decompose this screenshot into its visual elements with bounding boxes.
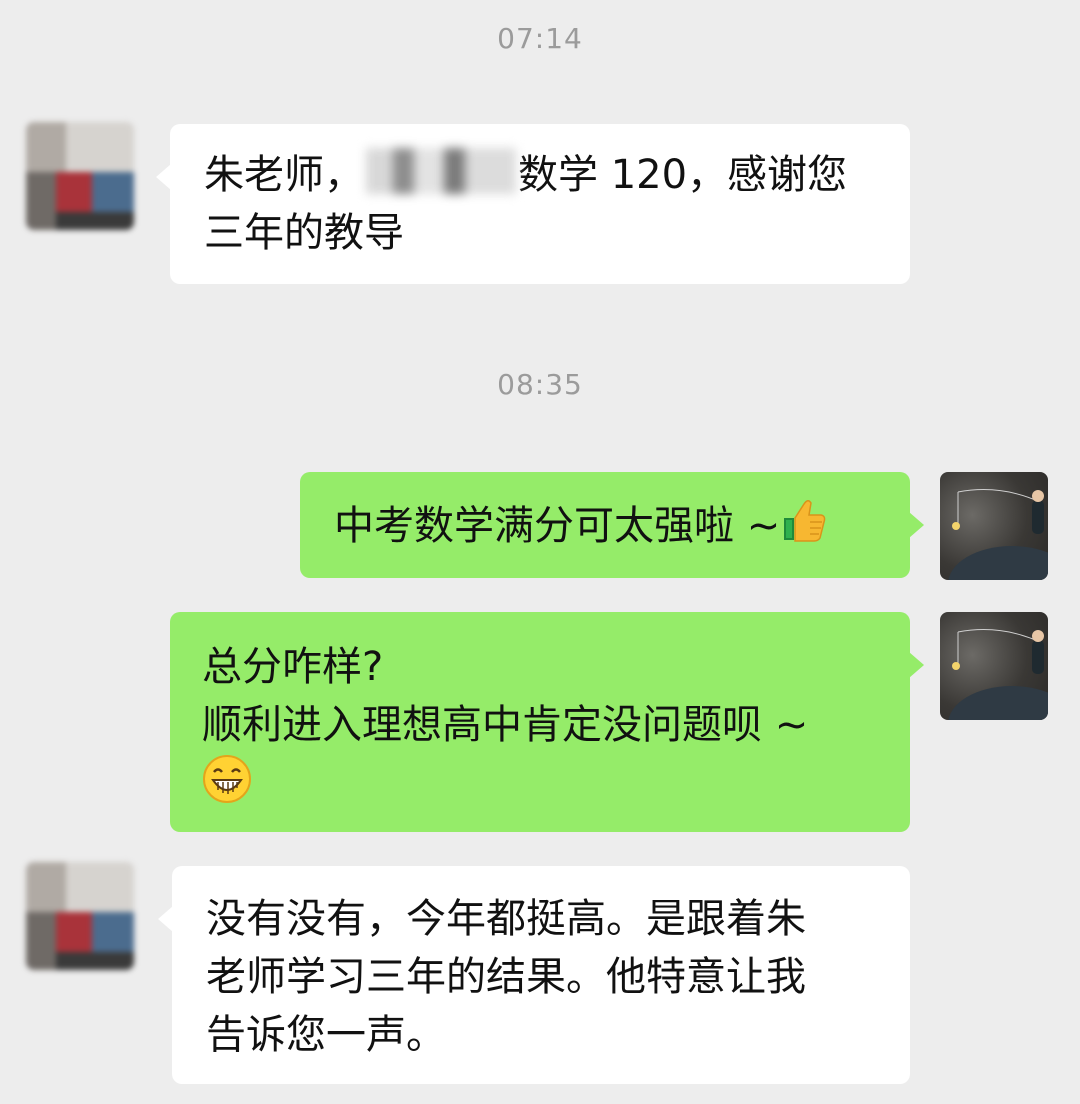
message-line: 顺利进入理想高中肯定没问题呗 ~	[202, 702, 809, 748]
avatar-illustration-icon	[948, 629, 1048, 720]
grinning-face-icon	[202, 754, 252, 820]
timestamp: 08:35	[497, 368, 583, 401]
contact-avatar[interactable]	[26, 122, 134, 230]
my-avatar[interactable]	[940, 612, 1048, 720]
incoming-message-bubble[interactable]: 朱老师， 数学 120，感谢您 三年的教导	[156, 124, 910, 284]
timestamp: 07:14	[497, 22, 583, 55]
contact-avatar[interactable]	[26, 862, 134, 970]
redacted-name-mosaic	[366, 148, 516, 194]
message-line	[202, 754, 878, 820]
bubble-tail	[909, 652, 924, 678]
message-line: 没有没有，今年都挺高。是跟着朱	[206, 896, 806, 942]
outgoing-message-bubble[interactable]: 总分咋样? 顺利进入理想高中肯定没问题呗 ~	[170, 612, 924, 832]
bubble-tail	[156, 164, 171, 190]
bubble-tail	[158, 906, 173, 932]
message-line: 总分咋样?	[202, 644, 384, 690]
my-avatar[interactable]	[940, 472, 1048, 580]
message-line: 老师学习三年的结果。他特意让我	[206, 954, 806, 1000]
avatar-illustration-icon	[948, 489, 1048, 580]
outgoing-message-bubble[interactable]: 中考数学满分可太强啦 ~	[300, 472, 924, 578]
message-line: 朱老师， 数学 120，感谢您	[204, 146, 876, 204]
incoming-message-bubble[interactable]: 没有没有，今年都挺高。是跟着朱 老师学习三年的结果。他特意让我 告诉您一声。	[158, 866, 910, 1084]
message-line: 三年的教导	[204, 210, 404, 256]
message-line: 告诉您一声。	[206, 1012, 446, 1058]
bubble-tail	[909, 512, 924, 538]
thumbs-up-icon	[780, 496, 828, 560]
message-line: 中考数学满分可太强啦 ~	[334, 496, 876, 560]
